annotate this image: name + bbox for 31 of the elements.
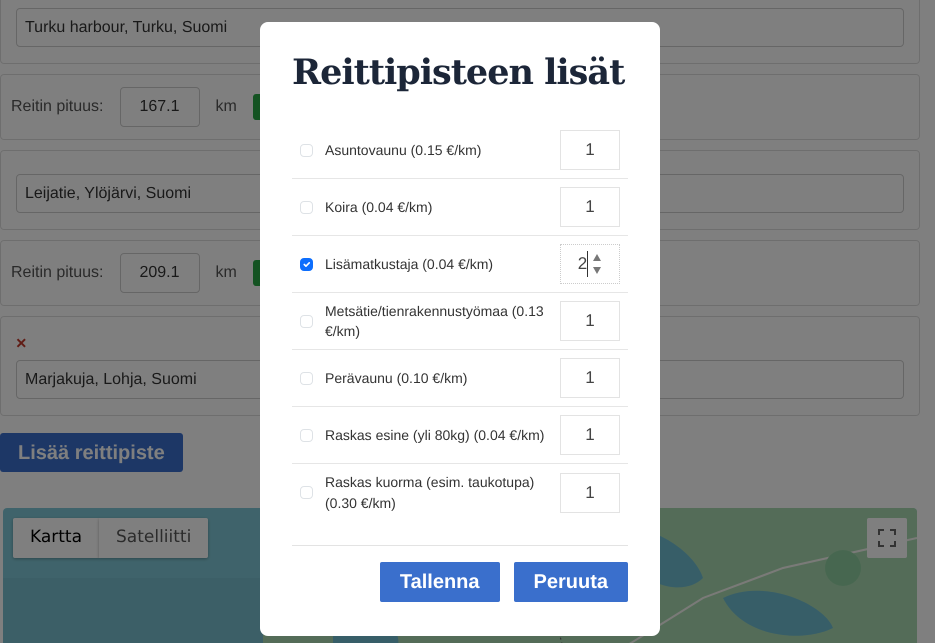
map-type-tab[interactable]: Satelliitti xyxy=(99,518,208,558)
distance-label: Reitin pituus: xyxy=(11,97,104,117)
quantity-field[interactable]: 1 xyxy=(560,358,620,398)
quantity-field[interactable]: 1 xyxy=(560,187,620,227)
distance-field[interactable]: 209.1 xyxy=(120,253,200,293)
checkbox[interactable] xyxy=(300,258,313,270)
unit-label: km xyxy=(216,97,237,117)
unit-label: km xyxy=(216,263,237,283)
add-waypoint-button[interactable]: Lisää reittipiste xyxy=(0,433,183,472)
extra-label: Perävaunu (0.10 €/km) xyxy=(325,368,468,388)
extra-label: Metsätie/tienrakennustyömaa (0.13 €/km) xyxy=(325,302,545,341)
remove-icon[interactable]: × xyxy=(16,334,27,352)
map-type-tab[interactable]: Kartta xyxy=(13,518,100,558)
quantity-field[interactable]: 1 xyxy=(560,472,620,512)
spinner-icon[interactable] xyxy=(592,253,602,275)
dialog-button[interactable]: Tallenna xyxy=(380,562,500,602)
dialog-title: Reittipisteen lisät xyxy=(292,52,626,94)
dialog-button[interactable]: Peruuta xyxy=(514,562,628,602)
quantity-field[interactable]: 1 xyxy=(560,301,620,341)
extra-label: Koira (0.04 €/km) xyxy=(325,198,434,217)
fullscreen-button[interactable] xyxy=(867,518,907,558)
distance-label: Reitin pituus: xyxy=(11,263,104,283)
extra-label: Raskas kuorma (esim. taukotupa) (0.30 €/km) xyxy=(325,473,536,513)
distance-field[interactable]: 167.1 xyxy=(120,87,200,127)
quantity-field[interactable]: 2 xyxy=(560,244,620,284)
extra-label: Raskas esine (yli 80kg) (0.04 €/km) xyxy=(325,426,546,445)
quantity-field[interactable]: 1 xyxy=(560,130,620,170)
quantity-field[interactable]: 1 xyxy=(560,415,620,455)
extra-label: Asuntovaunu (0.15 €/km) xyxy=(325,140,482,160)
extra-label: Lisämatkustaja (0.04 €/km) xyxy=(325,254,494,274)
fullscreen-icon xyxy=(878,529,896,547)
